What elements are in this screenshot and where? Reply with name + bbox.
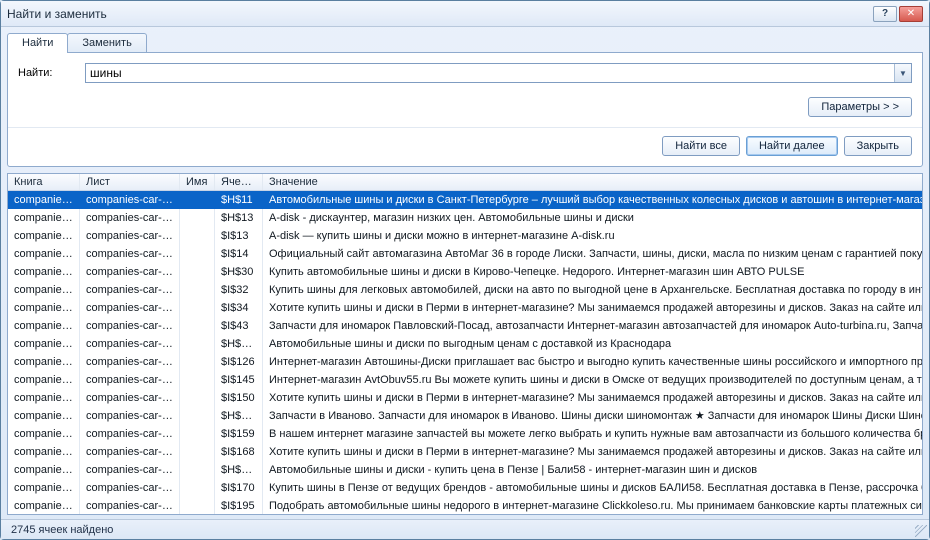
tab-replace[interactable]: Заменить — [67, 33, 146, 53]
titlebar: Найти и заменить ? ✕ — [1, 1, 929, 27]
table-row[interactable]: companies...companies-car-shop$I$43Запча… — [8, 317, 922, 335]
col-name[interactable]: Имя — [180, 174, 215, 190]
table-row[interactable]: companies...companies-car-shop$H$159Запч… — [8, 407, 922, 425]
results-grid: Книга Лист Имя Ячейка Значение companies… — [7, 173, 923, 515]
col-sheet[interactable]: Лист — [80, 174, 180, 190]
table-row[interactable]: companies...companies-car-shop$I$159В на… — [8, 425, 922, 443]
table-row[interactable]: companies...companies-car-shop$H$13A-dis… — [8, 209, 922, 227]
table-row[interactable]: companies...companies-car-shop$I$32Купит… — [8, 281, 922, 299]
table-row[interactable]: companies...companies-car-shop$I$34Хотит… — [8, 299, 922, 317]
table-row[interactable]: companies...companies-car-shop$I$168Хоти… — [8, 443, 922, 461]
col-cell[interactable]: Ячейка — [215, 174, 263, 190]
table-row[interactable]: companies...companies-car-shop$H$11Автом… — [8, 191, 922, 209]
resize-grip[interactable] — [915, 525, 927, 537]
find-all-button[interactable]: Найти все — [662, 136, 740, 156]
help-icon[interactable]: ? — [873, 6, 897, 22]
find-label: Найти: — [18, 67, 73, 79]
close-icon[interactable]: ✕ — [899, 6, 923, 22]
table-row[interactable]: companies...companies-car-shop$I$13A-dis… — [8, 227, 922, 245]
table-row[interactable]: companies...companies-car-shop$H$126Авто… — [8, 335, 922, 353]
table-row[interactable]: companies...companies-car-shop$I$170Купи… — [8, 479, 922, 497]
table-row[interactable]: companies...companies-car-shop$I$14Офици… — [8, 245, 922, 263]
grid-header: Книга Лист Имя Ячейка Значение — [8, 174, 922, 191]
tab-find[interactable]: Найти — [7, 33, 68, 53]
params-button[interactable]: Параметры > > — [808, 97, 912, 117]
table-row[interactable]: companies...companies-car-shop$I$195Подо… — [8, 497, 922, 514]
find-input[interactable] — [86, 64, 894, 82]
window-title: Найти и заменить — [7, 7, 873, 21]
dialog-window: Найти и заменить ? ✕ Найти Заменить Найт… — [0, 0, 930, 540]
table-row[interactable]: companies...companies-car-shop$I$150Хоти… — [8, 389, 922, 407]
find-dropdown-icon[interactable]: ▼ — [894, 64, 911, 82]
grid-body[interactable]: companies...companies-car-shop$H$11Автом… — [8, 191, 922, 514]
table-row[interactable]: companies...companies-car-shop$I$145Инте… — [8, 371, 922, 389]
table-row[interactable]: companies...companies-car-shop$I$126Инте… — [8, 353, 922, 371]
close-button[interactable]: Закрыть — [844, 136, 912, 156]
table-row[interactable]: companies...companies-car-shop$H$30Купит… — [8, 263, 922, 281]
find-next-button[interactable]: Найти далее — [746, 136, 838, 156]
status-text: 2745 ячеек найдено — [11, 524, 113, 536]
col-value[interactable]: Значение — [263, 174, 923, 190]
search-panel: Найти: ▼ Параметры > > Найти все Найти д… — [7, 52, 923, 167]
find-input-wrap: ▼ — [85, 63, 912, 83]
tabs: Найти Заменить — [1, 27, 929, 53]
statusbar: 2745 ячеек найдено — [1, 519, 929, 539]
table-row[interactable]: companies...companies-car-shop$H$170Авто… — [8, 461, 922, 479]
col-book[interactable]: Книга — [8, 174, 80, 190]
